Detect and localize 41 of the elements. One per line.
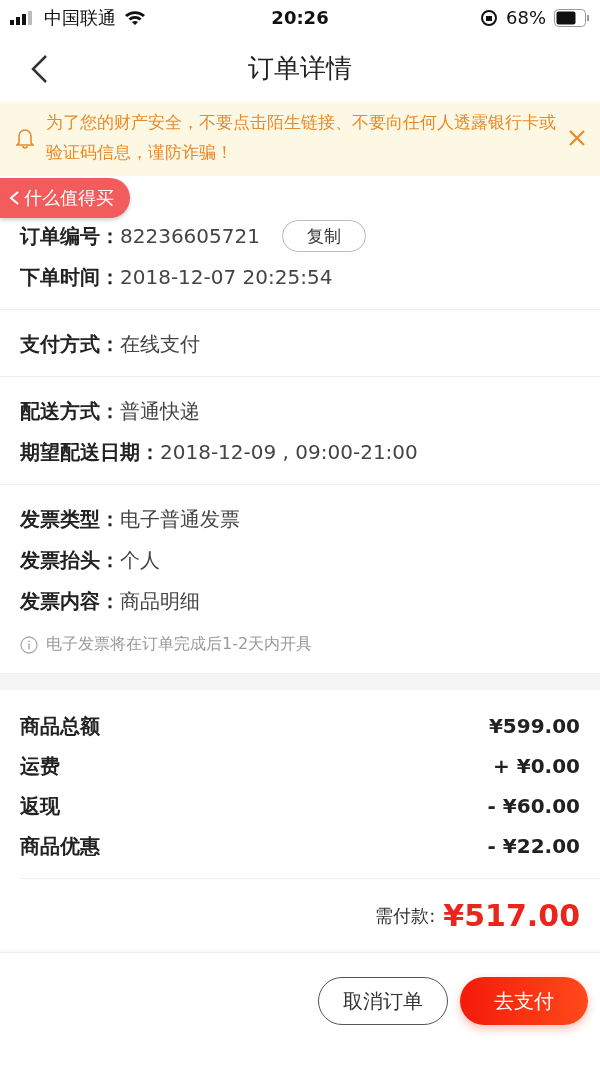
copy-button[interactable]: 复制 [282, 220, 366, 252]
battery-percent: 68% [506, 7, 546, 28]
total-label: 运费 [20, 752, 60, 780]
battery-icon [554, 8, 590, 27]
wifi-icon [124, 9, 146, 26]
total-label: 商品优惠 [20, 832, 100, 860]
invoice-note: 电子发票将在订单完成后1-2天内开具 [46, 634, 313, 655]
bell-icon [16, 127, 34, 149]
total-amount: ¥599.00 [488, 714, 580, 738]
carrier-name: 中国联通 [44, 5, 116, 30]
page-title: 订单详情 [248, 52, 352, 85]
field-label: 期望配送日期： [20, 438, 160, 466]
field-value: 商品明细 [120, 587, 200, 615]
notice-text: 为了您的财产安全，不要点击陌生链接、不要向任何人透露银行卡或验证码信息，谨防诈骗！ [46, 112, 556, 164]
field-label: 配送方式： [20, 397, 120, 425]
field-label: 发票类型： [20, 505, 120, 533]
field-value: 普通快递 [120, 397, 200, 425]
info-icon [20, 635, 38, 654]
field-label: 订单编号： [20, 222, 120, 250]
status-time: 20:26 [271, 7, 329, 28]
rotation-lock-icon [480, 8, 498, 27]
total-amount: + ¥0.00 [493, 754, 580, 778]
payable-amount: ¥517.00 [443, 898, 580, 933]
field-value: 82236605721 [120, 224, 260, 248]
pay-button[interactable]: 去支付 [460, 977, 588, 1025]
payable-label: 需付款: [375, 903, 436, 928]
cancel-order-button[interactable]: 取消订单 [318, 977, 448, 1025]
back-icon[interactable] [30, 54, 48, 84]
field-value: 在线支付 [120, 330, 200, 358]
field-label: 支付方式： [20, 330, 120, 358]
field-value: 2018-12-09 , 09:00-21:00 [160, 440, 418, 464]
field-value: 电子普通发票 [120, 505, 240, 533]
total-amount: - ¥22.00 [487, 834, 580, 858]
total-label: 返现 [20, 792, 60, 820]
total-amount: - ¥60.00 [487, 794, 580, 818]
field-value: 个人 [120, 546, 160, 574]
field-label: 发票抬头： [20, 546, 120, 574]
field-label: 发票内容： [20, 587, 120, 615]
field-label: 下单时间： [20, 263, 120, 291]
field-value: 2018-12-07 20:25:54 [120, 265, 333, 289]
total-label: 商品总额 [20, 712, 100, 740]
